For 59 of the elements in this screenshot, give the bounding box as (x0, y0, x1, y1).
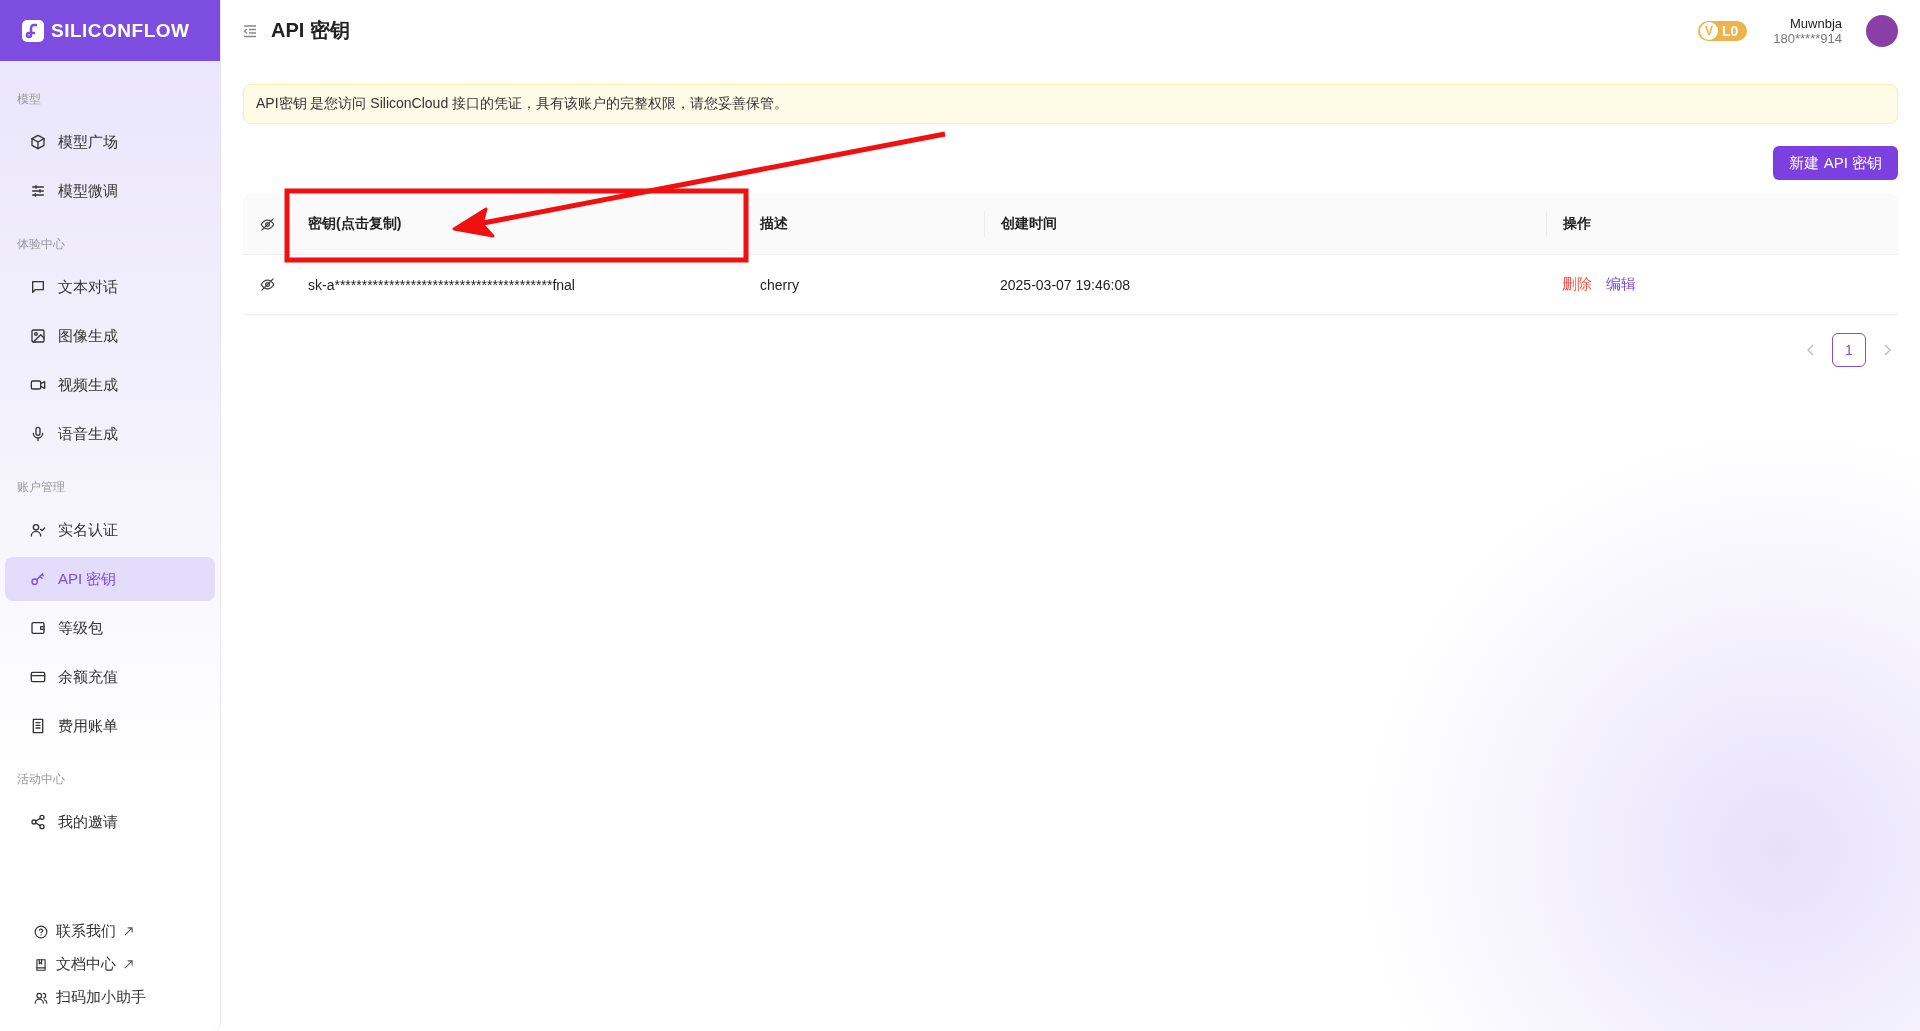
column-header: 创建时间 (1001, 215, 1057, 233)
nav-item[interactable]: 实名认证 (5, 508, 215, 552)
new-api-key-button[interactable]: 新建 API 密钥 (1773, 146, 1898, 180)
share-icon (30, 814, 46, 830)
book-icon (34, 957, 48, 972)
nav-item[interactable]: 文本对话 (5, 265, 215, 309)
section-label: 活动中心 (16, 771, 66, 788)
eye-slash-icon (260, 277, 275, 292)
chat-icon (30, 279, 46, 295)
nav-item[interactable]: 等级包 (5, 606, 215, 650)
column-header: 描述 (760, 215, 788, 233)
logo-icon (22, 19, 44, 42)
page-title: API 密钥 (271, 18, 351, 43)
api-key-cell[interactable]: sk-a****************************************fnal (292, 255, 744, 314)
user-name: Muwnbja (1789, 15, 1842, 31)
nav-item[interactable]: 模型微调 (5, 169, 215, 213)
chevron-left-icon[interactable] (1806, 344, 1816, 356)
nav-item[interactable]: API 密钥 (5, 557, 215, 601)
page-button[interactable]: 1 (1832, 333, 1866, 367)
chevron-right-icon[interactable] (1882, 344, 1892, 356)
section-label: 模型 (16, 91, 42, 108)
help-icon (34, 924, 48, 939)
nav-item[interactable]: 余额充值 (5, 655, 215, 699)
nav-item[interactable]: 视频生成 (5, 363, 215, 407)
wallet-icon (30, 620, 46, 636)
table-cell-text: cherry (759, 275, 800, 295)
sliders-icon (30, 183, 46, 199)
section-label: 账户管理 (16, 479, 66, 496)
card-icon (30, 669, 46, 685)
footer-link[interactable]: 联系我们 (34, 922, 220, 941)
nav-item[interactable]: 图像生成 (5, 314, 215, 358)
footer-link[interactable]: 扫码加小助手 (34, 988, 220, 1007)
users-icon (34, 990, 48, 1005)
brand-logo: SILICONFLOW (51, 19, 190, 42)
nav-item[interactable]: 模型广场 (5, 120, 215, 164)
user-phone: 180*****914 (1773, 30, 1842, 46)
edit-link[interactable]: 编辑 (1606, 275, 1636, 294)
external-link-icon (124, 960, 133, 969)
collapse-menu-icon[interactable] (243, 23, 257, 38)
column-header: 操作 (1563, 215, 1591, 233)
user-check-icon (30, 522, 46, 538)
cube-icon (30, 134, 46, 150)
column-header: 密钥(点击复制) (308, 215, 402, 233)
eye-slash-icon (260, 216, 275, 232)
level-badge: V L0 (1697, 20, 1748, 41)
notice-banner: API密钥 是您访问 SiliconCloud 接口的凭证，具有该账户的完整权限，请您妥善保管。 (243, 84, 1898, 124)
video-icon (30, 377, 46, 393)
nav-item[interactable]: 我的邀请 (5, 800, 215, 844)
nav-item[interactable]: 语音生成 (5, 412, 215, 456)
avatar[interactable] (1866, 14, 1898, 47)
key-icon (30, 571, 46, 587)
image-icon (30, 328, 46, 344)
receipt-icon (30, 718, 46, 734)
table-cell-text: 2025-03-07 19:46:08 (999, 275, 1131, 295)
external-link-icon (124, 927, 133, 936)
section-label: 体验中心 (16, 236, 66, 253)
microphone-icon (30, 426, 46, 442)
nav-item[interactable]: 费用账单 (5, 704, 215, 748)
footer-link[interactable]: 文档中心 (34, 955, 220, 974)
